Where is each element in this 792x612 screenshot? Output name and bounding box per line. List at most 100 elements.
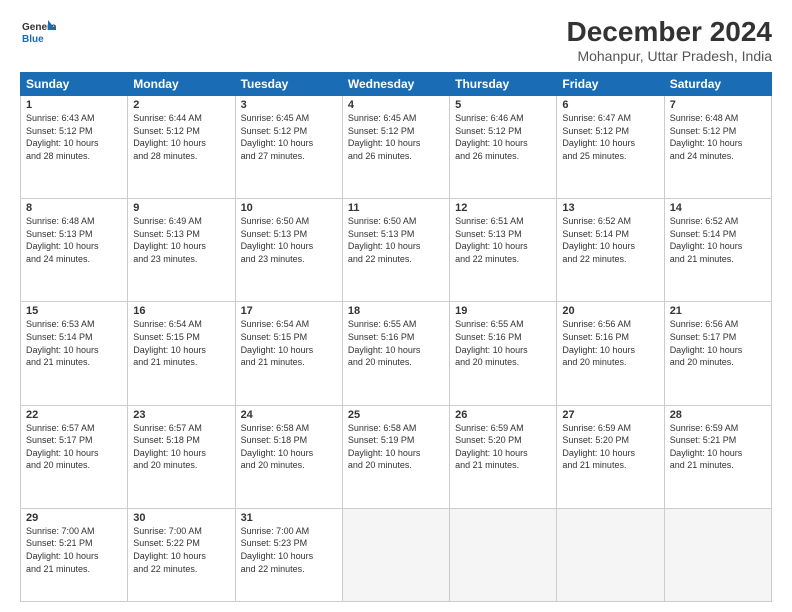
table-row: 13Sunrise: 6:52 AM Sunset: 5:14 PM Dayli… [557,199,664,302]
table-row: 20Sunrise: 6:56 AM Sunset: 5:16 PM Dayli… [557,302,664,405]
week-row-5: 29Sunrise: 7:00 AM Sunset: 5:21 PM Dayli… [21,508,772,601]
day-number: 4 [348,99,444,111]
table-row: 26Sunrise: 6:59 AM Sunset: 5:20 PM Dayli… [450,405,557,508]
table-row: 17Sunrise: 6:54 AM Sunset: 5:15 PM Dayli… [235,302,342,405]
table-row: 21Sunrise: 6:56 AM Sunset: 5:17 PM Dayli… [664,302,771,405]
day-number: 20 [562,305,658,317]
day-number: 9 [133,202,229,214]
title-block: December 2024 Mohanpur, Uttar Pradesh, I… [567,16,772,64]
col-monday: Monday [128,73,235,96]
day-info: Sunrise: 6:48 AM Sunset: 5:13 PM Dayligh… [26,215,122,265]
day-info: Sunrise: 6:58 AM Sunset: 5:19 PM Dayligh… [348,422,444,472]
day-info: Sunrise: 6:57 AM Sunset: 5:18 PM Dayligh… [133,422,229,472]
table-row: 14Sunrise: 6:52 AM Sunset: 5:14 PM Dayli… [664,199,771,302]
day-number: 13 [562,202,658,214]
day-number: 8 [26,202,122,214]
table-row: 29Sunrise: 7:00 AM Sunset: 5:21 PM Dayli… [21,508,128,601]
day-number: 22 [26,409,122,421]
day-info: Sunrise: 6:59 AM Sunset: 5:20 PM Dayligh… [455,422,551,472]
day-number: 6 [562,99,658,111]
table-row: 15Sunrise: 6:53 AM Sunset: 5:14 PM Dayli… [21,302,128,405]
calendar-header: Sunday Monday Tuesday Wednesday Thursday… [21,73,772,96]
day-info: Sunrise: 6:54 AM Sunset: 5:15 PM Dayligh… [241,318,337,368]
page: General Blue December 2024 Mohanpur, Utt… [0,0,792,612]
col-sunday: Sunday [21,73,128,96]
day-info: Sunrise: 6:56 AM Sunset: 5:16 PM Dayligh… [562,318,658,368]
table-row: 25Sunrise: 6:58 AM Sunset: 5:19 PM Dayli… [342,405,449,508]
day-info: Sunrise: 6:58 AM Sunset: 5:18 PM Dayligh… [241,422,337,472]
day-number: 5 [455,99,551,111]
day-info: Sunrise: 6:43 AM Sunset: 5:12 PM Dayligh… [26,112,122,162]
table-row: 23Sunrise: 6:57 AM Sunset: 5:18 PM Dayli… [128,405,235,508]
table-row: 7Sunrise: 6:48 AM Sunset: 5:12 PM Daylig… [664,96,771,199]
table-row: 10Sunrise: 6:50 AM Sunset: 5:13 PM Dayli… [235,199,342,302]
table-row: 6Sunrise: 6:47 AM Sunset: 5:12 PM Daylig… [557,96,664,199]
day-info: Sunrise: 6:57 AM Sunset: 5:17 PM Dayligh… [26,422,122,472]
table-row: 24Sunrise: 6:58 AM Sunset: 5:18 PM Dayli… [235,405,342,508]
day-info: Sunrise: 6:47 AM Sunset: 5:12 PM Dayligh… [562,112,658,162]
logo-svg: General Blue [20,16,56,52]
day-number: 17 [241,305,337,317]
col-wednesday: Wednesday [342,73,449,96]
day-number: 29 [26,512,122,524]
day-number: 15 [26,305,122,317]
day-info: Sunrise: 6:49 AM Sunset: 5:13 PM Dayligh… [133,215,229,265]
day-number: 26 [455,409,551,421]
day-info: Sunrise: 6:55 AM Sunset: 5:16 PM Dayligh… [455,318,551,368]
table-row: 2Sunrise: 6:44 AM Sunset: 5:12 PM Daylig… [128,96,235,199]
table-row: 30Sunrise: 7:00 AM Sunset: 5:22 PM Dayli… [128,508,235,601]
table-row [664,508,771,601]
day-number: 30 [133,512,229,524]
table-row: 16Sunrise: 6:54 AM Sunset: 5:15 PM Dayli… [128,302,235,405]
day-number: 3 [241,99,337,111]
header: General Blue December 2024 Mohanpur, Utt… [20,16,772,64]
day-number: 25 [348,409,444,421]
day-info: Sunrise: 6:45 AM Sunset: 5:12 PM Dayligh… [348,112,444,162]
day-info: Sunrise: 7:00 AM Sunset: 5:21 PM Dayligh… [26,525,122,575]
day-info: Sunrise: 6:59 AM Sunset: 5:21 PM Dayligh… [670,422,766,472]
day-number: 12 [455,202,551,214]
table-row: 12Sunrise: 6:51 AM Sunset: 5:13 PM Dayli… [450,199,557,302]
table-row [557,508,664,601]
day-number: 23 [133,409,229,421]
day-number: 21 [670,305,766,317]
day-number: 14 [670,202,766,214]
table-row: 31Sunrise: 7:00 AM Sunset: 5:23 PM Dayli… [235,508,342,601]
day-info: Sunrise: 6:50 AM Sunset: 5:13 PM Dayligh… [348,215,444,265]
table-row: 4Sunrise: 6:45 AM Sunset: 5:12 PM Daylig… [342,96,449,199]
logo: General Blue [20,16,56,52]
week-row-3: 15Sunrise: 6:53 AM Sunset: 5:14 PM Dayli… [21,302,772,405]
day-number: 1 [26,99,122,111]
table-row [342,508,449,601]
table-row: 8Sunrise: 6:48 AM Sunset: 5:13 PM Daylig… [21,199,128,302]
day-info: Sunrise: 6:53 AM Sunset: 5:14 PM Dayligh… [26,318,122,368]
day-number: 10 [241,202,337,214]
table-row: 18Sunrise: 6:55 AM Sunset: 5:16 PM Dayli… [342,302,449,405]
day-info: Sunrise: 6:54 AM Sunset: 5:15 PM Dayligh… [133,318,229,368]
day-number: 18 [348,305,444,317]
day-info: Sunrise: 6:48 AM Sunset: 5:12 PM Dayligh… [670,112,766,162]
day-info: Sunrise: 7:00 AM Sunset: 5:22 PM Dayligh… [133,525,229,575]
day-info: Sunrise: 6:52 AM Sunset: 5:14 PM Dayligh… [670,215,766,265]
subtitle: Mohanpur, Uttar Pradesh, India [567,48,772,64]
day-info: Sunrise: 6:52 AM Sunset: 5:14 PM Dayligh… [562,215,658,265]
day-number: 31 [241,512,337,524]
table-row: 1Sunrise: 6:43 AM Sunset: 5:12 PM Daylig… [21,96,128,199]
day-number: 28 [670,409,766,421]
day-info: Sunrise: 6:44 AM Sunset: 5:12 PM Dayligh… [133,112,229,162]
table-row: 22Sunrise: 6:57 AM Sunset: 5:17 PM Dayli… [21,405,128,508]
day-info: Sunrise: 6:59 AM Sunset: 5:20 PM Dayligh… [562,422,658,472]
day-number: 19 [455,305,551,317]
day-info: Sunrise: 6:55 AM Sunset: 5:16 PM Dayligh… [348,318,444,368]
main-title: December 2024 [567,16,772,48]
week-row-4: 22Sunrise: 6:57 AM Sunset: 5:17 PM Dayli… [21,405,772,508]
day-info: Sunrise: 6:56 AM Sunset: 5:17 PM Dayligh… [670,318,766,368]
day-number: 16 [133,305,229,317]
header-row: Sunday Monday Tuesday Wednesday Thursday… [21,73,772,96]
table-row: 5Sunrise: 6:46 AM Sunset: 5:12 PM Daylig… [450,96,557,199]
svg-text:Blue: Blue [22,34,44,45]
day-number: 27 [562,409,658,421]
table-row: 3Sunrise: 6:45 AM Sunset: 5:12 PM Daylig… [235,96,342,199]
table-row: 9Sunrise: 6:49 AM Sunset: 5:13 PM Daylig… [128,199,235,302]
table-row [450,508,557,601]
